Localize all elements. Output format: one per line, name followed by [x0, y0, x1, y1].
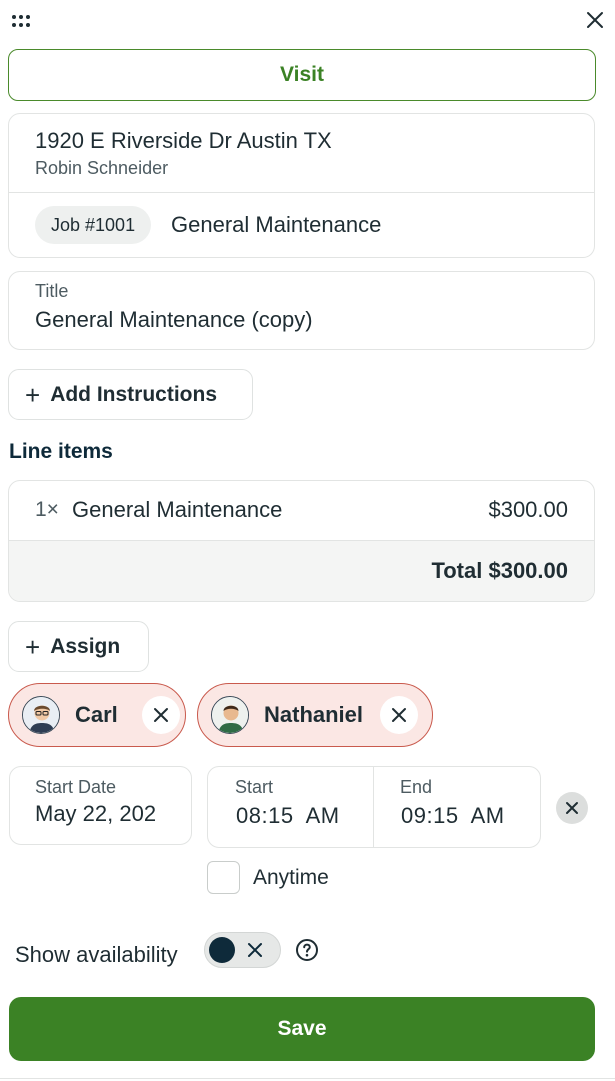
start-date-input[interactable]: May 22, 202 [35, 801, 156, 827]
toggle-knob [209, 937, 235, 963]
remove-assignee-button[interactable] [142, 696, 180, 734]
toggle-off-icon [248, 943, 262, 957]
clear-time-button[interactable] [556, 792, 588, 824]
close-icon [154, 708, 168, 722]
client-name: Robin Schneider [35, 158, 169, 178]
avatar [211, 696, 249, 734]
assignee-chip-nathaniel[interactable]: Nathaniel [197, 683, 433, 747]
assignee-name: Nathaniel [264, 702, 364, 727]
close-icon[interactable] [584, 9, 606, 31]
avatar [22, 696, 60, 734]
title-label: Title [35, 281, 69, 301]
end-time-label: End [400, 777, 433, 797]
line-items-heading: Line items [9, 440, 113, 463]
line-items-total: Total $300.00 [431, 558, 568, 583]
end-time-input[interactable]: 09:15 AM [401, 803, 505, 829]
client-address: 1920 E Riverside Dr Austin TX [35, 128, 332, 153]
assign-label: Assign [50, 634, 121, 658]
divider [373, 767, 374, 847]
save-button[interactable]: Save [9, 997, 595, 1061]
start-time-label: Start [235, 777, 274, 797]
assign-button[interactable]: + Assign [8, 621, 149, 672]
line-item-name: General Maintenance [72, 497, 283, 522]
close-icon [392, 708, 406, 722]
divider [0, 1078, 615, 1079]
anytime-label: Anytime [253, 866, 329, 889]
line-item-price: $300.00 [488, 497, 568, 522]
line-item-qty: 1× [35, 498, 59, 521]
job-number-badge: Job #1001 [35, 206, 152, 244]
question-circle-icon[interactable] [295, 938, 319, 962]
plus-icon: + [25, 379, 41, 410]
show-availability-label: Show availability [15, 942, 178, 967]
add-instructions-button[interactable]: + Add Instructions [8, 369, 253, 420]
close-icon [566, 802, 578, 814]
remove-assignee-button[interactable] [380, 696, 418, 734]
grip-dots-icon[interactable] [12, 15, 30, 27]
visit-tab[interactable]: Visit [8, 49, 596, 101]
plus-icon: + [25, 631, 41, 662]
title-input[interactable]: General Maintenance (copy) [35, 307, 313, 333]
job-title: General Maintenance [171, 212, 382, 237]
anytime-checkbox[interactable] [207, 861, 240, 894]
start-time-input[interactable]: 08:15 AM [236, 803, 340, 829]
assignee-name: Carl [75, 702, 118, 727]
add-instructions-label: Add Instructions [50, 382, 218, 406]
start-date-label: Start Date [35, 777, 117, 797]
divider [9, 192, 594, 193]
assignee-chip-carl[interactable]: Carl [8, 683, 186, 747]
